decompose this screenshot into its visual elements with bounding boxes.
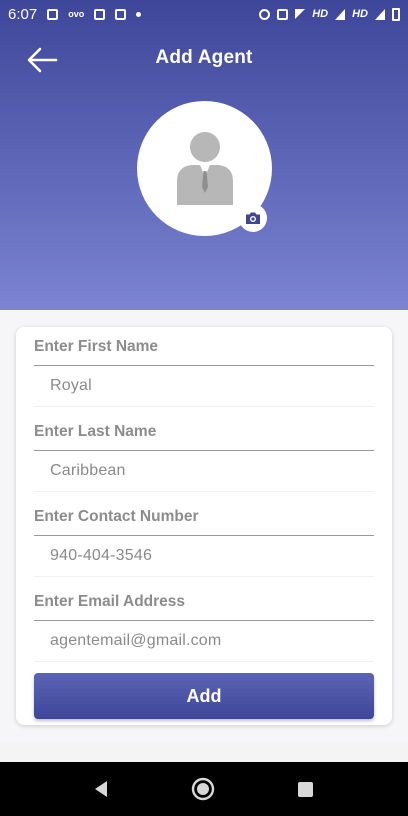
signal-icon	[375, 8, 385, 20]
field-label: Enter Email Address	[34, 593, 186, 610]
bottom-strip	[0, 742, 408, 762]
field-label: Enter First Name	[34, 338, 159, 355]
first-name-input[interactable]	[34, 366, 374, 406]
calendar-icon	[94, 8, 106, 20]
ovo-icon: ovo	[68, 9, 85, 19]
wifi-icon	[295, 9, 306, 19]
signal-icon	[335, 8, 346, 20]
vibrate-icon	[277, 8, 289, 20]
input-underline	[34, 576, 374, 577]
last-name-input[interactable]	[34, 451, 374, 491]
notification-icon	[47, 8, 59, 20]
status-time: 6:07	[8, 5, 38, 23]
network-label: HD	[352, 8, 368, 20]
recents-square-icon[interactable]	[297, 781, 314, 798]
input-underline	[34, 406, 374, 407]
battery-icon	[392, 7, 400, 21]
last-name-field: Enter Last Name	[34, 422, 374, 492]
field-label: Enter Contact Number	[34, 508, 199, 525]
back-triangle-icon[interactable]	[92, 780, 110, 798]
add-button[interactable]: Add	[34, 673, 374, 719]
home-circle-icon[interactable]	[191, 777, 215, 801]
first-name-field: Enter First Name	[34, 337, 374, 407]
alarm-icon	[259, 8, 271, 20]
email-field: Enter Email Address	[34, 592, 374, 662]
form-card: Enter First Name Enter Last Name Enter C…	[16, 327, 392, 725]
field-label: Enter Last Name	[34, 423, 157, 440]
camera-icon	[246, 212, 260, 224]
camera-button[interactable]	[239, 204, 267, 232]
email-input[interactable]	[34, 621, 374, 661]
status-bar: 6:07 ovo HD HD	[0, 0, 408, 28]
dot-icon	[136, 11, 142, 17]
contact-number-input[interactable]	[34, 536, 374, 576]
notification-icon	[115, 8, 127, 20]
system-nav-bar	[0, 762, 408, 816]
network-label: HD	[312, 8, 329, 20]
contact-number-field: Enter Contact Number	[34, 507, 374, 577]
page-title: Add Agent	[155, 47, 253, 68]
input-underline	[34, 661, 374, 662]
input-underline	[34, 491, 374, 492]
